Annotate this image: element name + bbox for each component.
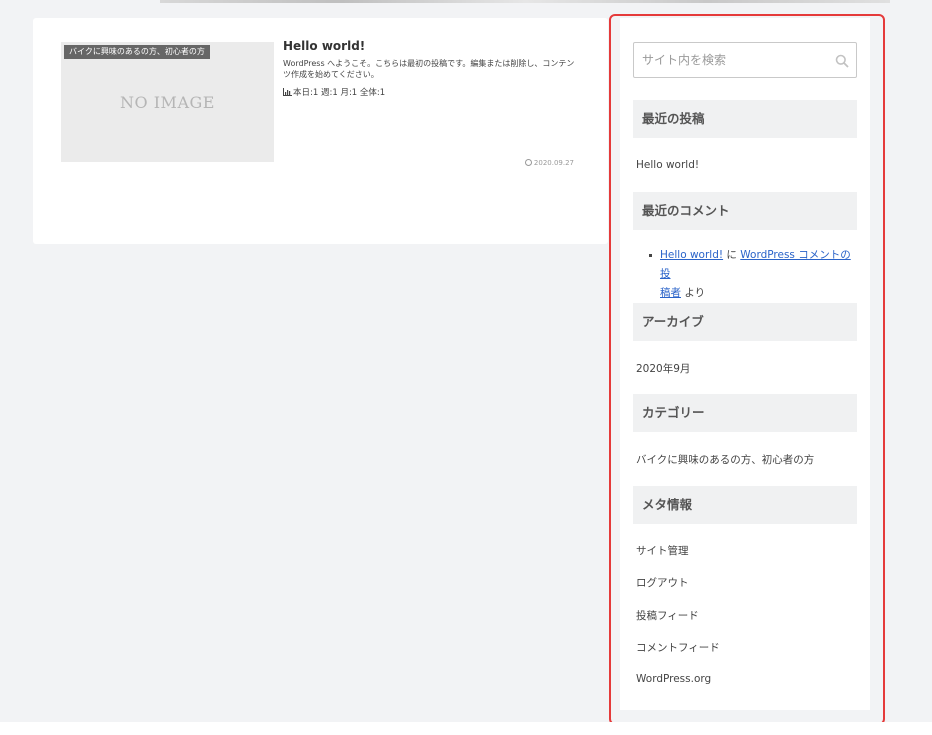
post-card: NO IMAGE バイクに興味のあるの方、初心者の方 Hello world! … <box>33 18 608 244</box>
no-image-placeholder: NO IMAGE <box>120 92 215 112</box>
post-excerpt: WordPress へようこそ。こちらは最初の投稿です。編集または削除し、コンテ… <box>283 59 575 79</box>
post-title[interactable]: Hello world! <box>283 39 365 53</box>
header-image-strip <box>160 0 890 3</box>
category-badge[interactable]: バイクに興味のあるの方、初心者の方 <box>64 45 210 59</box>
sidebar-highlight-outline <box>609 14 885 725</box>
post-view-stats: 本日:1 週:1 月:1 全体:1 <box>283 86 385 98</box>
post-thumbnail[interactable]: NO IMAGE バイクに興味のあるの方、初心者の方 <box>61 42 274 162</box>
clock-icon <box>524 159 532 166</box>
post-date-text: 2020.09.27 <box>533 159 574 167</box>
bar-chart-icon <box>283 88 292 96</box>
post-date: 2020.09.27 <box>524 159 574 167</box>
footer-band <box>0 722 932 735</box>
post-stats-text: 本日:1 週:1 月:1 全体:1 <box>293 88 386 98</box>
